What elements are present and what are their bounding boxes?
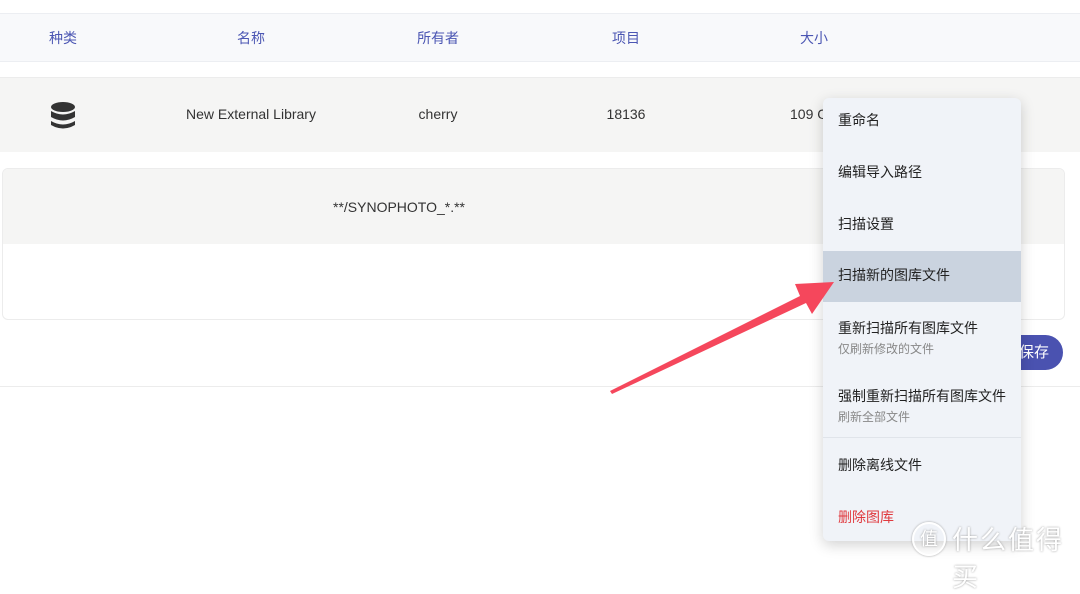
- watermark-logo-icon: 值: [912, 522, 946, 556]
- watermark-text: 什么值得买: [952, 525, 1065, 592]
- annotation-arrow-icon: [610, 282, 834, 394]
